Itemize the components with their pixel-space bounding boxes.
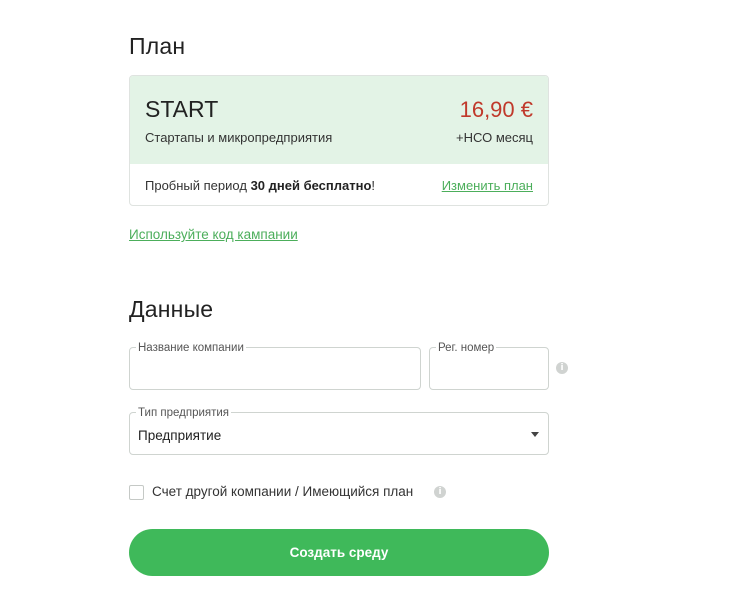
- reg-number-field[interactable]: Рег. номер: [429, 342, 549, 390]
- plan-heading: План: [129, 33, 186, 59]
- data-heading: Данные: [129, 296, 214, 322]
- create-environment-button[interactable]: Создать среду: [129, 529, 549, 576]
- plan-card: START Стартапы и микропредприятия 16,90 …: [129, 75, 549, 206]
- chevron-down-icon: [531, 432, 539, 437]
- trial-highlight: 30 дней бесплатно: [250, 178, 372, 193]
- reg-number-info-icon[interactable]: i: [556, 362, 568, 374]
- reg-number-label: Рег. номер: [436, 342, 497, 354]
- other-company-info-icon[interactable]: i: [434, 486, 446, 498]
- enterprise-type-value: Предприятие: [138, 428, 222, 443]
- plan-trial-row: Пробный период 30 дней бесплатно! Измени…: [130, 164, 548, 205]
- other-company-checkbox[interactable]: [129, 485, 144, 500]
- plan-period: +НСО месяц: [456, 130, 533, 145]
- campaign-code-link[interactable]: Используйте код кампании: [129, 227, 298, 242]
- trial-suffix: !: [371, 178, 376, 193]
- company-name-field[interactable]: Название компании: [129, 342, 421, 390]
- other-company-label[interactable]: Счет другой компании / Имеющийся план: [152, 484, 413, 499]
- change-plan-link[interactable]: Изменить план: [442, 178, 533, 193]
- plan-summary: START Стартапы и микропредприятия 16,90 …: [130, 76, 548, 164]
- plan-description: Стартапы и микропредприятия: [145, 130, 333, 145]
- trial-text: Пробный период 30 дней бесплатно!: [145, 178, 375, 193]
- enterprise-type-label: Тип предприятия: [136, 407, 232, 419]
- plan-name: START: [145, 96, 219, 122]
- trial-prefix: Пробный период: [145, 178, 251, 193]
- company-name-label: Название компании: [136, 342, 246, 354]
- plan-price: 16,90 €: [459, 97, 533, 122]
- enterprise-type-select[interactable]: Тип предприятия Предприятие: [129, 407, 549, 455]
